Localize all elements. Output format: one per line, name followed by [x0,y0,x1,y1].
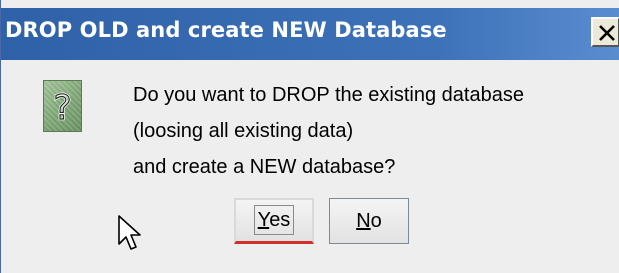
no-label-rest: o [370,210,382,232]
yes-label-rest: es [269,209,291,231]
yes-button-label: Yes [253,205,295,235]
dialog-titlebar[interactable]: DROP OLD and create NEW Database [1,8,619,60]
dialog-message: Do you want to DROP the existing databas… [133,77,524,185]
close-button[interactable] [591,17,619,47]
no-mnemonic: N [356,210,371,232]
no-button[interactable]: No [329,198,409,244]
mouse-cursor-icon [118,215,141,250]
message-line-2: (loosing all existing data) [133,120,354,142]
confirm-dialog: DROP OLD and create NEW Database ? ? Do … [0,0,619,273]
dialog-title: DROP OLD and create NEW Database [5,18,447,42]
yes-button[interactable]: Yes [234,198,314,244]
message-line-3: and create a NEW database? [133,156,396,178]
question-icon: ? ? [43,80,82,132]
yes-mnemonic: Y [257,209,270,231]
close-icon [599,25,615,41]
message-line-1: Do you want to DROP the existing databas… [133,84,524,106]
svg-text:?: ? [53,88,71,128]
